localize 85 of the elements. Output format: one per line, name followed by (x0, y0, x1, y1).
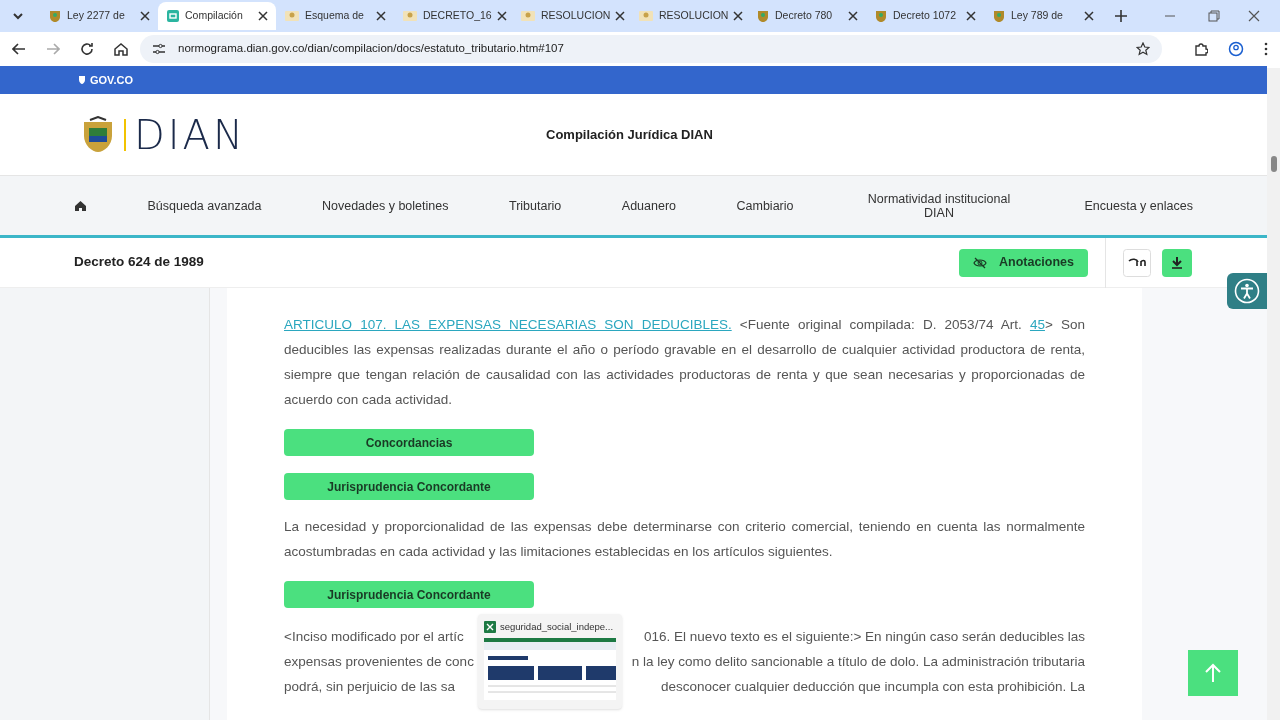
window-preview[interactable]: seguridad_social_indepe... (478, 614, 622, 709)
text-line-fragment: desconocer cualquier deducción que incumpla con esta prohibición. La (660, 678, 1085, 696)
tab-title: Ley 2277 de (67, 8, 126, 24)
browser-tab[interactable]: RESOLUCION (630, 2, 748, 30)
logo-icon[interactable] (1123, 248, 1151, 277)
nav-link[interactable]: Aduanero (621, 198, 677, 213)
toggle-button[interactable]: Jurisprudencia Concordante (284, 581, 534, 608)
home-icon[interactable] (74, 199, 87, 212)
tab-title: RESOLUCION (541, 8, 611, 24)
url-text: normograma.dian.gov.co/dian/compilacion/docs/estatuto_tributario.htm#107 (178, 41, 565, 57)
restore-icon[interactable] (1208, 10, 1220, 22)
nav-link[interactable]: Búsqueda avanzada (147, 198, 262, 213)
seal-icon (402, 9, 418, 23)
crest-icon (48, 9, 62, 23)
crest-icon (874, 9, 888, 23)
accessibility-icon (1234, 278, 1260, 304)
annotations-button[interactable]: Anotaciones (959, 248, 1088, 277)
shield-icon (78, 75, 86, 85)
close-icon[interactable] (848, 11, 858, 21)
preview-title: seguridad_social_indepe... (500, 620, 614, 634)
logo-wordmark: DIAN (134, 114, 246, 155)
browser-tab[interactable]: Decreto 780 (748, 2, 866, 30)
new-tab-icon[interactable] (1114, 9, 1128, 23)
document-title: Decreto 624 de 1989 (74, 253, 205, 272)
text-line-fragment: podrá, sin perjuicio de las sa (284, 678, 456, 696)
text-line-fragment: expensas provenientes de conc (284, 653, 474, 671)
close-icon[interactable] (496, 11, 507, 21)
tab-title: RESOLUCION (659, 8, 729, 24)
tab-title: DECRETO_16 (423, 8, 492, 24)
nav-link[interactable]: Tributario (508, 198, 562, 213)
toggle-button[interactable]: Jurisprudencia Concordante (284, 473, 534, 500)
tab-title: Decreto 780 (775, 8, 834, 24)
tab-title: Compilación (185, 8, 244, 24)
download-button[interactable] (1162, 248, 1192, 277)
star-icon[interactable] (1136, 42, 1150, 56)
extensions-icon[interactable] (1194, 42, 1208, 56)
browser-tab[interactable]: Esquema de (276, 2, 394, 30)
close-icon[interactable] (1084, 11, 1094, 21)
browser-tab[interactable]: Ley 2277 de (40, 2, 158, 30)
browser-tab[interactable]: RESOLUCION (512, 2, 630, 30)
close-icon[interactable] (1248, 10, 1260, 22)
close-icon[interactable] (140, 11, 150, 21)
text-line-fragment: 016. El nuevo texto es el siguiente:> En ningún caso serán deducibles las (644, 628, 1085, 646)
nav-link[interactable]: Cambiario (736, 198, 794, 213)
close-icon[interactable] (966, 11, 976, 21)
nav-link[interactable]: Novedades y boletines (322, 198, 449, 213)
arrow-up-icon (1204, 663, 1222, 683)
spreadsheet-icon (484, 621, 496, 634)
reload-icon[interactable] (80, 42, 94, 56)
browser-tab[interactable]: Ley 789 de (984, 2, 1102, 30)
tab-title: Esquema de (305, 8, 365, 24)
text-line-fragment: <Inciso modificado por el artíc (284, 628, 464, 646)
browser-tab[interactable]: DECRETO_16 (394, 2, 512, 30)
nav-link[interactable]: Normatividad institucional DIAN (854, 191, 1024, 220)
more-icon[interactable] (1264, 42, 1268, 56)
seal-icon (638, 9, 654, 23)
seal-icon (284, 9, 300, 23)
close-icon[interactable] (376, 11, 386, 21)
profile-icon[interactable] (1228, 41, 1244, 57)
browser-tab[interactable]: Compilación (158, 2, 276, 30)
document-icon (166, 9, 180, 23)
seal-icon (520, 9, 536, 23)
eye-off-icon (973, 256, 987, 269)
close-icon[interactable] (733, 11, 744, 21)
download-icon (1171, 256, 1183, 269)
address-bar[interactable]: normograma.dian.gov.co/dian/compilacion/docs/estatuto_tributario.htm#107 (140, 35, 1162, 63)
home-icon[interactable] (114, 42, 128, 56)
site-settings-icon (152, 42, 166, 56)
tab-title: Ley 789 de (1011, 8, 1064, 24)
gov-label: GOV.CO (90, 72, 133, 88)
article-paragraph: ARTICULO 107. LAS EXPENSAS NECESARIAS SON DEDUCIBLES. <Fuente original compilada: D. 2053/74 Art. 45> Son deducibles las expensas realizadas durante el año o período gravable en el desarrollo de cualquier actividad productora de renta, siempre que tengan relación de causalidad con las actividades productoras de renta y que sean necesarias y proporcionadas de acuerdo con cada actividad. (284, 316, 1085, 409)
browser-tab[interactable]: Decreto 1072 (866, 2, 984, 30)
tab-title: Decreto 1072 (893, 8, 958, 24)
crest-icon (992, 9, 1006, 23)
close-icon[interactable] (615, 11, 626, 21)
page-title: Compilación Jurídica DIAN (546, 125, 713, 144)
nav-link[interactable]: Encuesta y enlaces (1084, 198, 1193, 213)
text-line-fragment: n la ley como delito sancionable a título de dolo. La administración tributaria (631, 653, 1085, 671)
toggle-button[interactable]: Concordancias (284, 429, 534, 456)
scrollbar-thumb-icon (1271, 156, 1277, 172)
crest-icon (756, 9, 770, 23)
back-icon[interactable] (12, 42, 26, 56)
close-icon[interactable] (258, 11, 268, 21)
body-paragraph: La necesidad y proporcionalidad de las expensas debe determinarse con criterio comercial, teniendo en cuenta las normalmente acostumbradas en cada actividad y las limitaciones establecidas en los artículos siguientes. (284, 518, 1085, 561)
accessibility-button[interactable] (1227, 273, 1267, 309)
